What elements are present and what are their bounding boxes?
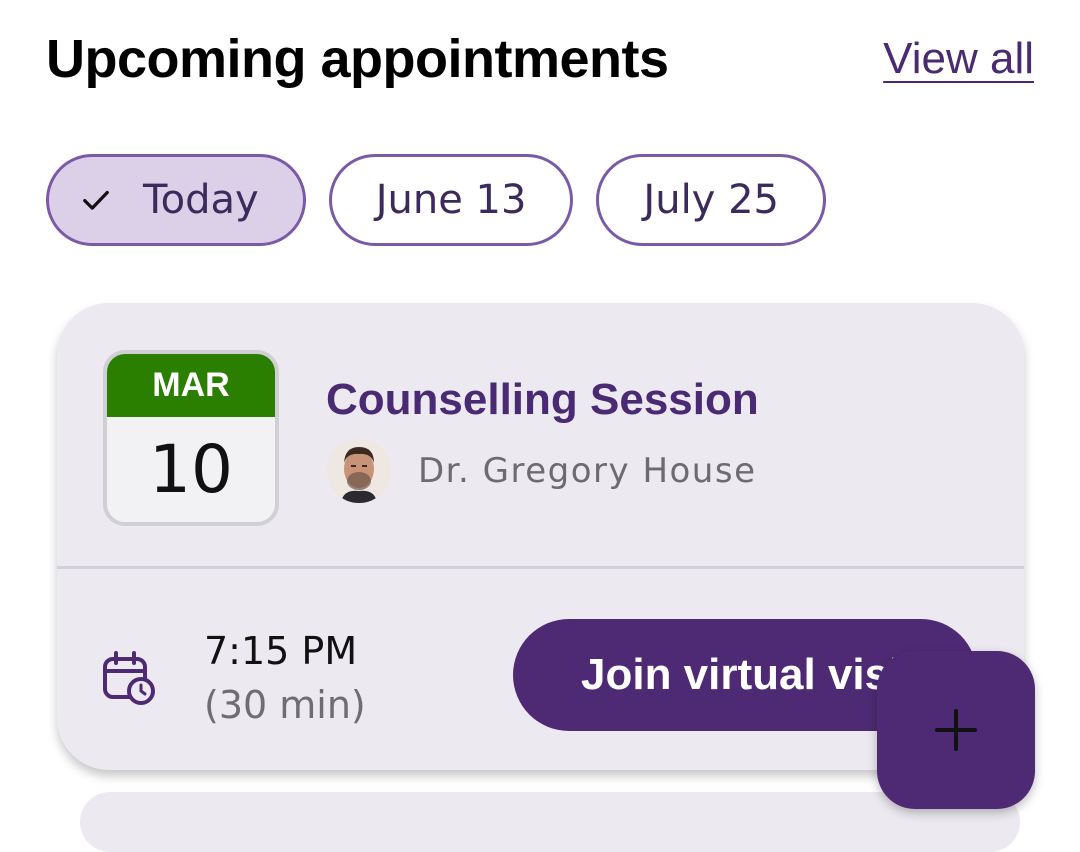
chip-july-25[interactable]: July 25 (596, 154, 826, 246)
chip-label: June 13 (375, 177, 527, 223)
page-title: Upcoming appointments (46, 29, 669, 89)
appointment-title: Counselling Session (326, 375, 759, 424)
doctor-avatar (327, 439, 391, 503)
date-filter-chips: Today June 13 July 25 (46, 154, 826, 246)
calendar-clock-icon (103, 651, 155, 705)
chip-label: Today (143, 177, 259, 223)
plus-icon (935, 709, 977, 751)
chip-june-13[interactable]: June 13 (328, 154, 574, 246)
date-day: 10 (149, 431, 233, 508)
next-appointment-card[interactable] (80, 792, 1020, 852)
appointment-duration: (30 min) (204, 683, 366, 727)
add-appointment-button[interactable] (877, 651, 1035, 809)
chip-today[interactable]: Today (46, 154, 306, 246)
date-month: MAR (107, 354, 275, 417)
doctor-name: Dr. Gregory House (418, 451, 757, 491)
chip-label: July 25 (643, 177, 779, 223)
appointment-time: 7:15 PM (204, 629, 358, 673)
view-all-link[interactable]: View all (883, 34, 1034, 84)
card-divider (57, 566, 1024, 569)
date-tile: MAR 10 (103, 350, 279, 526)
check-icon (83, 190, 109, 210)
